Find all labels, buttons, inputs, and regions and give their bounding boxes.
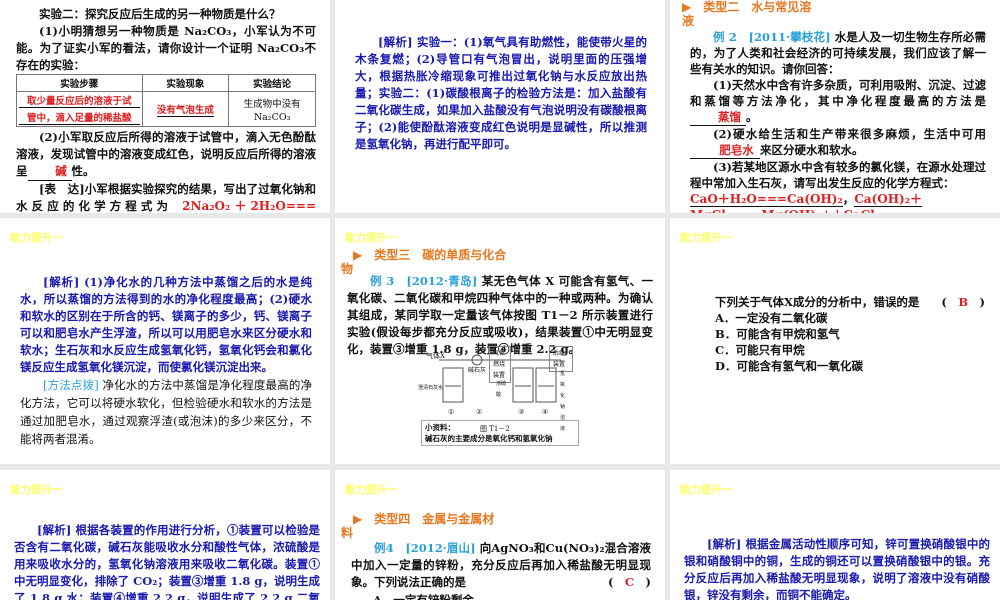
step-answer-1: 取少量反应后的溶液于试 [19,93,140,108]
device-number: ① [448,408,455,416]
answer-blank: 碱 [27,163,72,181]
slide-analysis-1[interactable]: [解析] 实验一：(1)氧气具有助燃性，能使带火星的木条复燃；(2)导管口有气泡… [335,0,665,213]
note-box: 小资料： 碱石灰的主要成分是氧化钙和氢氧化钠 [421,420,579,446]
slide-experiment-two[interactable]: 实验二：探究反应后生成的另一种物质是什么？ (1)小明猜想另一种物质是 Na₂C… [0,0,330,213]
section-tag: 能力提升一 [680,484,733,496]
option-d: D．可能含有氢气和一氧化碳 [715,359,863,373]
type-heading: ▶ 类型三 碳的单质与化合物 [341,248,511,276]
section-tag: 能力提升一 [680,232,733,244]
answer: C [624,575,635,589]
section-tag: 能力提升一 [10,484,63,496]
slide-water-solutions[interactable]: ▶ 类型二 水与常见溶液 例 2 [2011·攀枝花] 水是人及一切生物生存所必… [670,0,1000,213]
analysis-label: [解析] [378,35,413,49]
section-tag: 能力提升一 [10,232,63,244]
example-label: 例 2 [2011·攀枝花] [713,30,831,44]
option-c: C．可能只有甲烷 [715,343,805,357]
q1-end: 。 [746,110,758,124]
question-1: (1)小明猜想另一种物质是 Na₂CO₃，小军认为不可能。为了证实小军的看法，请… [16,24,316,72]
slide-metals[interactable]: 能力提升一 ▶ 类型四 金属与金属材料 例4 [2012·眉山] 向AgNO₃和… [335,470,665,600]
answer-bracket: ( B ) [941,295,985,309]
soda-lime-label: 碱石灰 [468,367,487,374]
option-a: A．一定有锌粉剩余 [373,593,474,600]
section-tag: 能力提升一 [345,484,398,496]
method-label: [方法点拨] [43,378,99,392]
expression: [表 达]小军根据实验探究的结果，写出了过氧化钠和水反应的化学方程式为 2Na₂O… [16,181,317,213]
question-1: (1)天然水中含有许多杂质，可利用吸附、沉淀、过滤和蒸馏等方法净化，其中净化程度… [690,78,986,108]
slide-question-x[interactable]: 能力提升一 下列关于气体X成分的分析中，错误的是 ( B ) A．一定没有二氧化碳… [670,218,1000,464]
question-2-end: 性。 [71,164,95,178]
answer: B [958,295,969,309]
conclusion-line-1: 生成物中没有 [243,98,301,110]
question-2: (2)硬水给生活和生产带来很多麻烦，生活中可用 [713,127,986,141]
table-header: 实验结论 [228,74,316,92]
experiment-table: 实验步骤 实验现象 实验结论 取少量反应后的溶液于试 管中，滴入足量的稀盐酸 没有气泡… [16,74,316,127]
gas-x-label: 气体X [426,352,445,360]
answer-blank: 肥皂水 [690,142,760,159]
example-label: 例4 [2012·眉山] [374,541,476,555]
answer-bracket: ( C ) [607,575,651,589]
slide-analysis-2[interactable]: 能力提升一 [解析] (1)净化水的几种方法中蒸馏之后的水是纯水，所以蒸馏的方法… [0,218,330,464]
slide-analysis-3[interactable]: 能力提升一 [解析] 根据各装置的作用进行分析，①装置可以检验是否含有二氧化碳，… [0,470,330,600]
slide-carbon[interactable]: 能力提升一 ▶ 类型三 碳的单质与化合物 例 3 [2012·青岛] 某无色气体… [335,218,665,464]
note-text: 碱石灰的主要成分是氧化钙和氢氧化钠 [425,434,553,443]
table-header: 实验步骤 [16,74,143,92]
phenomenon-answer: 没有气泡生成 [156,105,214,117]
q2-end: 来区分硬水和软水。 [760,143,864,157]
q3-end: 。 [880,208,892,213]
analysis-label: [解析] [43,275,80,289]
option-a: A．一定没有二氧化碳 [715,311,828,325]
analysis-label: [解析] [37,523,72,537]
question-3: (3)若某地区源水中含有较多的氯化镁，在源水处理过程中常加入生石灰，请写出发生反… [690,160,986,190]
device-number: ④ [542,408,549,416]
question-2: (2)小军取反应后所得的溶液于试管中，滴入无色酚酞溶液，发现试管中的溶液变成红色… [16,129,316,181]
triangle-icon: ▶ [682,0,704,14]
option-b: B．可能含有甲烷和氢气 [715,327,840,341]
answer-blank: 蒸馏 [690,109,746,126]
equation-answer-1: CaO＋H₂O===Ca(OH)₂ [690,192,843,207]
separator: ， [842,192,855,206]
analysis-text: (1)净化水的几种方法中蒸馏之后的水是纯水，所以蒸馏的方法得到的水的净化程度最高… [20,275,312,374]
triangle-icon: ▶ [341,512,375,526]
apparatus-figure: 气体X 气体燃烧装置 后续装置 碱石灰 澄清石灰水 浓硫酸 氢氧化钠溶液 ① ②… [418,346,585,432]
conclusion-line-2: Na₂CO₃ [253,111,291,123]
device-number: ② [476,408,483,416]
note-title: 小资料： [425,423,455,432]
slide-title: 实验二：探究反应后生成的另一种物质是什么？ [39,7,281,21]
sulfuric-acid-label: 浓硫酸 [496,381,507,398]
slide-analysis-4[interactable]: 能力提升一 [解析] 根据金属活动性顺序可知，锌可置换硝酸银中的银和硝酸铜中的铜… [670,470,1000,600]
limewater-label: 澄清石灰水 [418,385,444,391]
device-number: ③ [518,408,525,416]
step-answer-2: 管中，滴入足量的稀盐酸 [19,110,140,125]
analysis-label: [解析] [707,537,742,551]
section-tag: 能力提升一 [345,232,398,244]
example-label: 例 3 [2012·青岛] [370,274,478,288]
analysis-text: 实验一：(1)氧气具有助燃性，能使带火星的木条复燃；(2)导管口有气泡冒出，说明… [355,35,647,151]
question-text: 下列关于气体X成分的分析中，错误的是 [715,295,920,309]
type-heading: ▶ 类型二 水与常见溶液 [682,0,822,28]
type-heading: ▶ 类型四 金属与金属材料 [341,512,501,540]
table-header: 实验现象 [141,74,230,92]
triangle-icon: ▶ [341,248,375,262]
